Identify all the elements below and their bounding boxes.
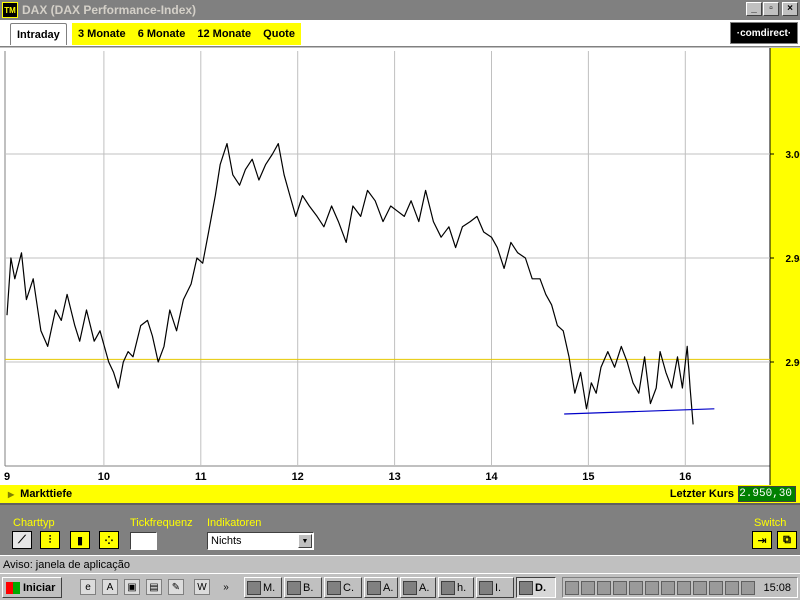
x-tick-label: 9 — [4, 471, 10, 483]
tray-icon[interactable] — [677, 580, 691, 595]
tab-12-monate[interactable]: 12 Monate — [191, 23, 257, 45]
explorer-icon[interactable]: ▣ — [124, 579, 140, 595]
task-icon — [327, 580, 341, 595]
candle-chart-icon[interactable]: ▮ — [70, 531, 90, 549]
tab-group: 3 Monate 6 Monate 12 Monate Quote — [72, 23, 301, 45]
triangle-right-icon: ▶ — [8, 489, 15, 499]
tray-icon[interactable] — [661, 580, 675, 595]
start-button[interactable]: Iniciar — [2, 577, 62, 598]
x-tick-label: 14 — [485, 471, 498, 483]
y-tick-label: 2.980 — [785, 254, 800, 265]
window-title: DAX (DAX Performance-Index) — [22, 3, 197, 17]
minimize-button[interactable]: _ — [746, 2, 762, 16]
maximize-button[interactable]: ▫ — [763, 2, 779, 16]
tray-icon[interactable] — [565, 580, 579, 595]
aviso-bar: Aviso: janela de aplicação — [0, 555, 800, 573]
task-icon — [247, 580, 261, 595]
comdirect-logo: ·comdirect· — [730, 22, 798, 44]
tab-bar: Intraday 3 Monate 6 Monate 12 Monate Quo… — [0, 20, 800, 47]
tray-icon[interactable] — [581, 580, 595, 595]
chart-background — [0, 48, 800, 485]
tray-icon[interactable] — [693, 580, 707, 595]
status-strip: ▶ Markttiefe Letzter Kurs 2.950,30 — [0, 485, 800, 503]
last-price-label: Letzter Kurs — [669, 488, 734, 500]
indicators-label: Indikatoren — [207, 517, 262, 529]
folder-icon[interactable]: ▤ — [146, 579, 162, 595]
task-button-1[interactable]: M. — [244, 577, 282, 598]
windows-logo-icon — [6, 581, 20, 594]
task-button-7[interactable]: I. — [476, 577, 514, 598]
shortcut-icon[interactable]: ✎ — [168, 579, 184, 595]
last-price-value: 2.950,30 — [738, 486, 796, 502]
switch-in-icon[interactable]: ⇥ — [752, 531, 772, 549]
task-button-6[interactable]: h. — [438, 577, 474, 598]
ohlc-chart-icon[interactable]: ⫶ — [40, 531, 60, 549]
close-button[interactable]: × — [782, 2, 798, 16]
taskbar: Iniciar e A ▣ ▤ ✎ W » M. B. C. A. A. h. … — [0, 573, 800, 600]
switch-label: Switch — [754, 517, 787, 529]
task-button-2[interactable]: B. — [284, 577, 322, 598]
tray-icon[interactable] — [597, 580, 611, 595]
tray-icon[interactable] — [629, 580, 643, 595]
clock: 15:08 — [763, 581, 791, 594]
control-panel: Charttyp ⟋ ⫶ ▮ ⁘ Tickfrequenz Indikatore… — [0, 503, 800, 555]
x-tick-label: 15 — [582, 471, 594, 483]
task-icon — [287, 580, 301, 595]
task-icon — [403, 580, 417, 595]
tick-frequency-label: Tickfrequenz — [130, 517, 193, 529]
y-tick-label: 2.960 — [785, 358, 800, 369]
task-icon — [519, 580, 533, 595]
market-depth-label: Markttiefe — [20, 488, 73, 500]
tab-3-monate[interactable]: 3 Monate — [72, 23, 132, 45]
tray-icon[interactable] — [725, 580, 739, 595]
tray-icon[interactable] — [741, 580, 755, 595]
app-window: TM DAX (DAX Performance-Index) _ ▫ × Int… — [0, 0, 800, 600]
x-tick-label: 12 — [292, 471, 304, 483]
start-label: Iniciar — [23, 581, 56, 594]
task-button-active[interactable]: D. — [516, 577, 556, 598]
system-tray: 15:08 — [562, 577, 798, 598]
switch-window-icon[interactable]: ⧉ — [777, 531, 797, 549]
market-depth[interactable]: ▶ Markttiefe — [8, 488, 72, 500]
more-chevron-icon[interactable]: » — [218, 579, 234, 595]
acrobat-icon[interactable]: A — [102, 579, 118, 595]
chart-area: 9 10 11 12 13 14 15 16 3.000 2.980 2.960 — [0, 48, 800, 485]
task-button-4[interactable]: A. — [364, 577, 398, 598]
app-icon: TM — [2, 2, 18, 18]
x-tick-label: 16 — [679, 471, 691, 483]
task-icon — [479, 580, 493, 595]
y-axis-panel — [770, 48, 800, 485]
tray-icon[interactable] — [709, 580, 723, 595]
line-chart-icon[interactable]: ⟋ — [12, 531, 32, 549]
task-button-5[interactable]: A. — [400, 577, 436, 598]
title-bar: TM DAX (DAX Performance-Index) _ ▫ × — [0, 0, 800, 20]
indicators-value: Nichts — [211, 535, 242, 547]
task-button-3[interactable]: C. — [324, 577, 362, 598]
intraday-chart: 9 10 11 12 13 14 15 16 3.000 2.980 2.960 — [0, 48, 800, 485]
tab-quote[interactable]: Quote — [257, 23, 301, 45]
chart-type-label: Charttyp — [13, 517, 55, 529]
word-icon[interactable]: W — [194, 579, 210, 595]
x-tick-label: 13 — [388, 471, 400, 483]
tick-frequency-input[interactable] — [130, 532, 157, 550]
window-controls: _ ▫ × — [746, 2, 798, 16]
chevron-down-icon[interactable]: ▼ — [298, 534, 312, 548]
x-tick-label: 11 — [195, 471, 207, 483]
task-icon — [441, 580, 455, 595]
tab-intraday[interactable]: Intraday — [10, 23, 67, 45]
tray-icon[interactable] — [645, 580, 659, 595]
indicators-select[interactable]: Nichts ▼ — [207, 532, 314, 550]
point-chart-icon[interactable]: ⁘ — [99, 531, 119, 549]
tray-icon[interactable] — [613, 580, 627, 595]
x-tick-label: 10 — [98, 471, 110, 483]
browser-icon[interactable]: e — [80, 579, 96, 595]
tab-6-monate[interactable]: 6 Monate — [132, 23, 192, 45]
y-tick-label: 3.000 — [785, 150, 800, 161]
task-icon — [367, 580, 381, 595]
